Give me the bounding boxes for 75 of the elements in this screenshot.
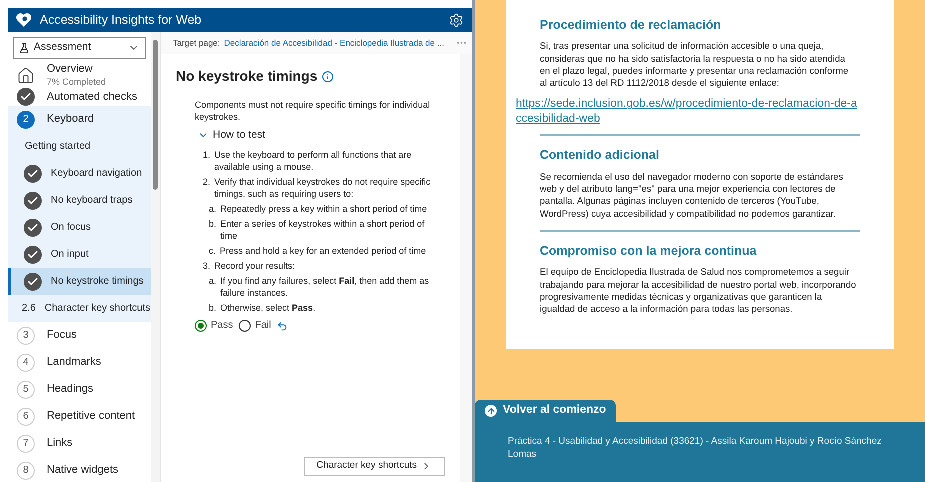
test-title: No keystroke timings xyxy=(176,67,318,86)
nav-item[interactable]: 2.6 Character key shortcuts xyxy=(8,295,151,322)
list-marker: b. xyxy=(209,218,217,231)
radio-option[interactable]: Pass xyxy=(195,320,234,332)
list-marker: a. xyxy=(209,203,217,215)
nav-step[interactable]: 5 Headings xyxy=(8,376,151,403)
nav-item-label: Landmarks xyxy=(47,355,102,370)
app-title: Accessibility Insights for Web xyxy=(40,12,202,29)
progress-text: 7% Completed xyxy=(47,76,106,88)
nav-item[interactable]: Automated checks xyxy=(8,88,151,106)
list-marker: a. xyxy=(209,275,217,288)
nav-step[interactable]: 6 Repetitive content xyxy=(8,403,151,430)
nav-item[interactable]: No keystroke timings xyxy=(8,268,151,295)
instruction-text: Verify that individual keystrokes do not require specific timings, such as requiring users to: xyxy=(214,176,432,200)
section-text: Se recomienda el uso del navegador moderno con soporte de estándares web y del atributo lang="es" para una mejor experiencia con lectores de pantalla. Algunas páginas incluyen contenido de terceros (YouTube, WordPress) cuya accesibilidad y compatibilidad no podemos garantizar. xyxy=(540,170,844,220)
nav-item-label: Headings xyxy=(47,382,94,398)
nav-step[interactable]: 7 Links xyxy=(8,430,151,457)
nav-item-label: On focus xyxy=(51,221,92,235)
mode-dropdown[interactable]: Assessment xyxy=(13,37,146,59)
nav-item[interactable]: On input xyxy=(8,241,151,268)
how-to-test-toggle[interactable]: How to test xyxy=(198,129,266,141)
info-icon[interactable] xyxy=(322,70,334,82)
section-text: Si, tras presentar una solicitud de información accesible o una queja, consideras que no ha sido satisfactoria la respuesta o no ha sido atendida en el plazo legal, puedes informarte y presentar una reclamación conforme al artículo 13 del RD 1112/2018 desde el siguiente enlace: xyxy=(540,40,850,90)
list-marker: 1. xyxy=(203,149,211,162)
instruction-text: Repeatedly press a key within a short period of time xyxy=(220,203,428,215)
nav-item-label: Overview xyxy=(47,63,94,77)
overview-nav-item[interactable]: Overview 7% Completed xyxy=(8,63,151,88)
nav-item-label: No keyboard traps xyxy=(51,194,133,208)
nav-item[interactable]: Keyboard navigation xyxy=(8,160,151,187)
undo-icon[interactable] xyxy=(277,320,288,332)
back-to-top-tab[interactable]: Volver al comienzo xyxy=(475,400,616,422)
section-heading: Compromiso con la mejora continua xyxy=(540,244,758,258)
nav-item-label: Character key shortcuts xyxy=(44,302,151,316)
flask-icon xyxy=(19,42,30,54)
nav-step[interactable]: 3 Focus xyxy=(8,322,151,349)
target-page-link[interactable]: Declaración de Accesibilidad - Enciclopedia Ilustrada de ... xyxy=(224,36,444,50)
nav-item-label: Automated checks xyxy=(47,90,138,105)
instruction-text: Enter a series of keystrokes within a short period of time xyxy=(220,218,426,242)
section-heading: Contenido adicional xyxy=(540,149,660,162)
list-marker: c. xyxy=(209,245,216,257)
nav-item-label: Native widgets xyxy=(47,463,119,478)
radio-option[interactable]: Fail xyxy=(239,320,272,332)
nav-item-label: Links xyxy=(47,436,73,452)
nav-step[interactable]: 4 Landmarks xyxy=(8,349,151,376)
step-number: 2.6 xyxy=(22,302,36,316)
nav-item-label: On input xyxy=(51,248,89,262)
instruction-text: Record your results: xyxy=(214,260,296,272)
next-button[interactable]: Character key shortcuts xyxy=(304,457,445,476)
heart-logo-icon xyxy=(16,13,32,27)
home-icon xyxy=(17,66,35,84)
nav-item-label: Keyboard xyxy=(47,112,94,128)
instruction-text: If you find any failures, select Fail, then add them as failure instances. xyxy=(220,275,430,299)
nav-item[interactable]: Getting started xyxy=(8,133,151,160)
list-marker: 3. xyxy=(203,260,211,272)
instruction-text: Otherwise, select Pass. xyxy=(220,302,316,314)
nav-item-label: Focus xyxy=(47,328,77,344)
footer-text: Práctica 4 - Usabilidad y Accesibilidad (33621) - Assila Karoum Hajoubi y Rocío Sánchez Lomas xyxy=(508,436,883,461)
scrollbar[interactable] xyxy=(151,32,160,482)
nav-step[interactable]: 2 Keyboard xyxy=(8,106,151,133)
nav-item-label: Repetitive content xyxy=(47,409,136,424)
section-heading: Procedimiento de reclamación xyxy=(540,19,722,32)
nav-item[interactable]: On focus xyxy=(8,214,151,241)
list-marker: 2. xyxy=(203,176,211,189)
nav-item-label: Keyboard navigation xyxy=(51,167,142,181)
list-marker: b. xyxy=(209,302,217,314)
section-text: El equipo de Enciclopedia Ilustrada de Salud nos comprometemos a seguir trabajando para mejorar la accesibilidad de nuestro portal web, incorporando progresivamente medidas técnicas y organizativas que garanticen la igualdad de acceso a la información para todas las personas. xyxy=(540,266,858,316)
test-description: Components must not require specific timings for individual keystrokes. xyxy=(195,99,432,123)
section-link[interactable]: https://sede.inclusion.gob.es/w/procedimiento-de-reclamacion-de-accesibilidad-web xyxy=(516,97,860,128)
nav-step[interactable]: 8 Native widgets xyxy=(8,457,151,482)
instruction-text: Press and hold a key for an extended period of time xyxy=(220,245,426,257)
instruction-text: Use the keyboard to perform all functions that are available using a mouse. xyxy=(214,149,413,173)
settings-icon[interactable] xyxy=(449,12,464,28)
nav-item[interactable]: No keyboard traps xyxy=(8,187,151,214)
target-page-label: Target page: xyxy=(173,36,220,50)
nav-item-label: No keystroke timings xyxy=(51,275,144,289)
